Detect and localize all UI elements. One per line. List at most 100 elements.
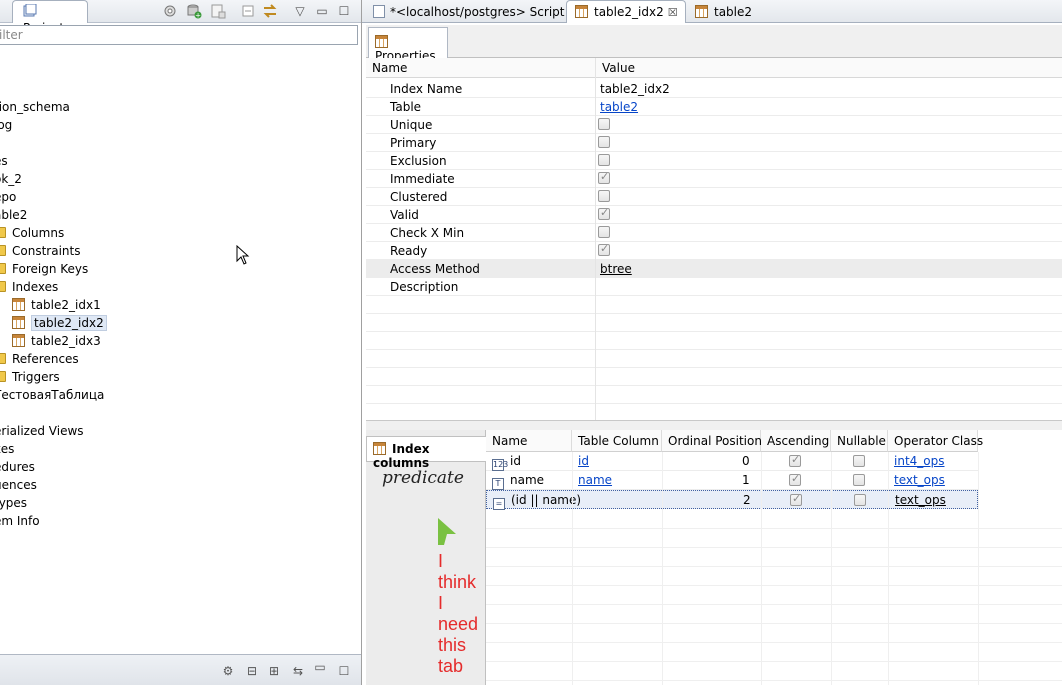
cell-table-column[interactable]: id [578, 454, 589, 468]
tree-item[interactable]: Indexes [0, 278, 58, 296]
index-column-row[interactable]: Tnamename1text_ops [486, 471, 978, 490]
close-tab-icon[interactable]: ☒ [668, 6, 678, 19]
tree-item[interactable]: able2 [0, 206, 27, 224]
property-row[interactable]: Description [366, 278, 1062, 296]
column-header-ordinal-position[interactable]: Ordinal Position [662, 430, 762, 452]
tree-item[interactable]: table2_idx3 [12, 332, 101, 350]
property-row[interactable]: Table table2 [366, 98, 1062, 116]
tab-sql-script[interactable]: *<localhost/postgres> Script [364, 0, 566, 23]
index-column-row[interactable]: 123idid0int4_ops [486, 452, 978, 471]
property-checkbox[interactable] [598, 206, 610, 220]
tree-item-label: es [0, 154, 8, 168]
tree-item[interactable]: table2_idx2 [12, 314, 107, 332]
mouse-cursor-icon [236, 245, 250, 265]
view-menu-chevron-down-icon[interactable]: ▽ [292, 3, 308, 19]
property-name: Access Method [390, 262, 480, 276]
maximize-icon[interactable]: ☐ [336, 3, 352, 19]
settings-gear-icon[interactable] [162, 3, 178, 19]
properties-header-name: Name [366, 58, 596, 78]
tree-item[interactable]: log [0, 116, 12, 134]
tree-item[interactable]: Triggers [0, 368, 60, 386]
property-checkbox[interactable] [598, 136, 610, 148]
property-row[interactable]: Unique [366, 116, 1062, 134]
filter-input[interactable]: ilter [0, 25, 358, 45]
tree-item[interactable]: Foreign Keys [0, 260, 88, 278]
property-checkbox[interactable] [598, 170, 610, 184]
column-header-operator-class[interactable]: Operator Class [888, 430, 983, 452]
tab-properties[interactable]: Properties [368, 27, 448, 63]
column-header-nullable[interactable]: Nullable [831, 430, 888, 452]
tree-item[interactable]: Constraints [0, 242, 80, 260]
tree-item-label: table2_idx1 [31, 298, 101, 312]
subeditor-tabs: Index columns predicate I think I need t… [366, 430, 486, 685]
new-script-icon[interactable] [210, 3, 226, 19]
tree-item[interactable]: table2_idx1 [12, 296, 101, 314]
index-column-row[interactable]: = (id || name) 2 text_ops [486, 490, 978, 510]
column-header-name[interactable]: Name [486, 430, 572, 452]
minimize-icon[interactable]: ▭ [312, 659, 328, 675]
tab-table2-idx2[interactable]: table2_idx2 ☒ [566, 0, 686, 23]
minimize-icon[interactable]: ▭ [314, 3, 330, 19]
ascending-checkbox[interactable] [789, 453, 801, 467]
collapse-all-icon[interactable] [240, 3, 256, 19]
property-checkbox[interactable] [598, 226, 610, 238]
property-value[interactable]: btree [600, 262, 632, 276]
column-header-ascending[interactable]: Ascending [761, 430, 831, 452]
gear-icon[interactable]: ⚙ [220, 663, 236, 679]
property-row[interactable]: Clustered [366, 188, 1062, 206]
tree-item[interactable]: ТестоваяТаблица [0, 386, 104, 404]
tree-item[interactable]: tion_schema [0, 98, 70, 116]
tree-item[interactable]: Columns [0, 224, 64, 242]
cell-operator-class[interactable]: text_ops [894, 473, 945, 487]
property-row[interactable]: Check X Min [366, 224, 1062, 242]
property-checkbox[interactable] [598, 242, 610, 256]
collapse-icon[interactable]: ⊟ [244, 663, 260, 679]
property-row[interactable]: Exclusion [366, 152, 1062, 170]
property-row[interactable]: Primary [366, 134, 1062, 152]
property-row[interactable]: Immediate [366, 170, 1062, 188]
add-connection-icon[interactable]: + [186, 3, 202, 20]
tree-item[interactable]: ok_2 [0, 170, 22, 188]
annotation-line-2: this tab [438, 635, 467, 676]
property-value[interactable]: table2 [600, 100, 638, 114]
expand-icon[interactable]: ⊞ [266, 663, 282, 679]
tree-item[interactable]: uences [0, 476, 37, 494]
property-row[interactable]: Valid [366, 206, 1062, 224]
tree-item[interactable]: xes [0, 440, 14, 458]
column-header-table-column[interactable]: Table Column [572, 430, 662, 452]
pane-splitter[interactable] [366, 420, 1062, 430]
index-icon [12, 334, 25, 347]
tab-index-columns[interactable]: Index columns [366, 436, 486, 470]
tree-item[interactable]: es [0, 152, 8, 170]
property-checkbox[interactable] [598, 118, 610, 130]
cell-name: = (id || name) [493, 493, 581, 510]
annotation-line-1: I think I need [438, 551, 479, 634]
ascending-checkbox[interactable] [789, 472, 801, 486]
property-row[interactable]: Access Method btree [366, 260, 1062, 278]
tree-item[interactable]: edures [0, 458, 35, 476]
cell-operator-class[interactable]: text_ops [895, 493, 946, 507]
cell-operator-class[interactable]: int4_ops [894, 454, 945, 468]
property-checkbox[interactable] [598, 190, 610, 202]
tab-projects[interactable]: Projects [12, 0, 88, 35]
property-checkbox[interactable] [598, 154, 610, 166]
tree-item[interactable]: erialized Views [0, 422, 84, 440]
nullable-checkbox[interactable] [853, 474, 865, 486]
property-row[interactable]: Ready [366, 242, 1062, 260]
tree-item[interactable]: epo [0, 188, 16, 206]
link-editor-icon[interactable] [262, 3, 278, 19]
tree-item[interactable]: types [0, 494, 27, 512]
link-icon[interactable]: ⇆ [290, 663, 306, 679]
tab-table2[interactable]: table2 [686, 0, 770, 23]
ascending-checkbox[interactable] [790, 492, 802, 506]
tree-item[interactable]: References [0, 350, 79, 368]
property-row[interactable]: Index Name table2_idx2 [366, 80, 1062, 98]
property-name: Unique [390, 118, 433, 132]
tree-item-label: em Info [0, 514, 40, 528]
cell-table-column[interactable]: name [578, 473, 612, 487]
maximize-icon[interactable]: ☐ [336, 663, 352, 679]
nullable-checkbox[interactable] [853, 455, 865, 467]
nullable-checkbox[interactable] [854, 494, 866, 506]
table-icon [695, 5, 708, 18]
tree-item[interactable]: em Info [0, 512, 40, 530]
